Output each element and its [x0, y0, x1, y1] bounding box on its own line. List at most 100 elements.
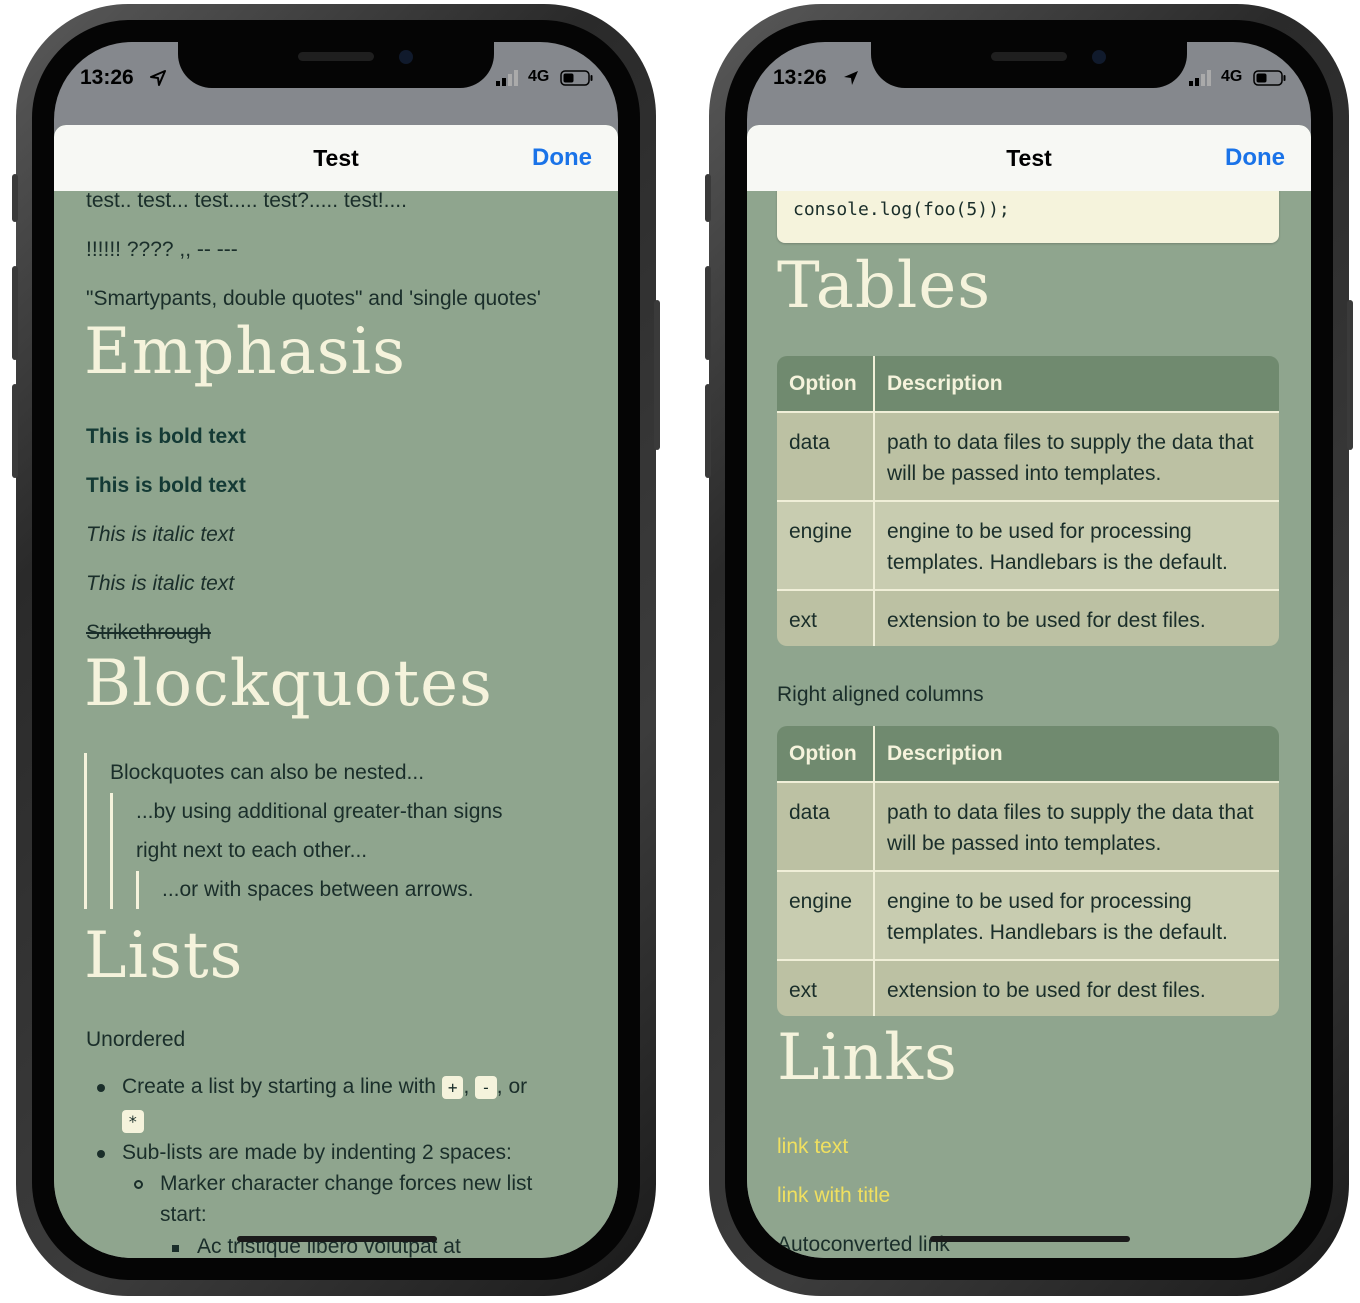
paragraph: Autoconverted link: [777, 1233, 950, 1256]
power-button: [1347, 300, 1353, 450]
table-row: engine engine to be used for processing …: [777, 500, 1279, 590]
markdown-content[interactable]: console.log(foo(5)); Tables Option Descr…: [747, 125, 1311, 1258]
nav-bar: Test Done: [747, 125, 1311, 191]
screen: 13:26 4G Test Done test.. test... test..…: [54, 42, 618, 1258]
volume-down-button: [12, 384, 18, 478]
inline-code: *: [122, 1110, 144, 1133]
network-type: 4G: [528, 68, 550, 85]
table-cell: ext: [777, 589, 875, 646]
done-button[interactable]: Done: [532, 144, 592, 172]
table-row: engine engine to be used for processing …: [777, 870, 1279, 960]
table-cell: data: [777, 781, 875, 871]
heading-links: Links: [777, 1021, 958, 1095]
blockquote-bar: [136, 871, 139, 909]
heading-lists: Lists: [84, 919, 244, 993]
blockquote-text: Blockquotes can also be nested...: [110, 761, 425, 784]
table-cell: data: [777, 411, 875, 501]
table-cell: path to data files to supply the data th…: [874, 781, 1279, 871]
phone-left: 13:26 4G Test Done test.. test... test..…: [12, 4, 660, 1296]
bold-text: This is bold text: [86, 474, 246, 497]
list-item-cont: *: [122, 1109, 144, 1133]
heading-tables: Tables: [777, 249, 992, 323]
preview-sheet: Test Done console.log(foo(5)); Tables Op…: [747, 125, 1311, 1258]
location-arrow-icon: [844, 71, 858, 85]
front-camera: [399, 50, 413, 64]
cellular-signal-icon: [1189, 70, 1211, 86]
table-row: ext extension to be used for dest files.: [777, 959, 1279, 1016]
list-bullet-square: [172, 1245, 179, 1252]
network-type: 4G: [1221, 68, 1243, 85]
typography-line: "Smartypants, double quotes" and 'single…: [86, 287, 541, 310]
blockquote-bar: [110, 793, 113, 909]
list-bullet: [97, 1084, 105, 1092]
table-cell: engine to be used for processing templat…: [874, 870, 1279, 960]
status-time: 13:26: [773, 66, 827, 89]
cellular-signal-icon: [496, 70, 518, 86]
location-arrow-icon: [150, 70, 166, 86]
list-bullet: [97, 1150, 105, 1158]
volume-down-button: [705, 384, 711, 478]
typography-line: test.. test... test..... test?..... test…: [86, 189, 407, 212]
phone-right: 13:26 4G Test Done console.log(foo(5));: [705, 4, 1353, 1296]
list-bullet-circle: [134, 1180, 143, 1189]
blockquote-text: ...or with spaces between arrows.: [162, 878, 474, 901]
inline-code: +: [441, 1076, 464, 1099]
link[interactable]: link text: [777, 1135, 848, 1159]
list-item: Create a list by starting a line with +,…: [122, 1075, 527, 1099]
speaker: [991, 52, 1067, 61]
list-item: Sub-lists are made by indenting 2 spaces…: [122, 1141, 512, 1164]
table-header: Option: [777, 726, 875, 782]
notch: [178, 42, 494, 88]
table-cell: engine: [777, 500, 875, 590]
preview-sheet: Test Done test.. test... test..... test?…: [54, 125, 618, 1258]
speaker: [298, 52, 374, 61]
status-time: 13:26: [80, 66, 134, 89]
list-item-text: , or: [496, 1075, 528, 1098]
battery-icon: [1253, 70, 1286, 86]
blockquote-text: ...by using additional greater-than sign…: [136, 800, 503, 823]
bold-text: This is bold text: [86, 425, 246, 448]
link[interactable]: link with title: [777, 1184, 890, 1208]
table-cell: engine to be used for processing templat…: [874, 500, 1279, 590]
volume-up-button: [705, 266, 711, 360]
bezel: 13:26 4G Test Done test.. test... test..…: [32, 20, 640, 1280]
blockquote-bar: [84, 753, 87, 909]
front-camera: [1092, 50, 1106, 64]
paragraph: Right aligned columns: [777, 683, 984, 706]
options-table-right-aligned: Option Description data path to data fil…: [777, 726, 1279, 1016]
done-button[interactable]: Done: [1225, 144, 1285, 172]
options-table: Option Description data path to data fil…: [777, 356, 1279, 646]
table-cell: extension to be used for dest files.: [874, 959, 1279, 1016]
table-header: Description: [874, 356, 1279, 412]
table-row: data path to data files to supply the da…: [777, 781, 1279, 871]
table-cell: extension to be used for dest files.: [874, 589, 1279, 646]
typography-line: !!!!!! ???? ,, -- ---: [86, 238, 238, 261]
battery-icon: [560, 70, 593, 86]
volume-up-button: [12, 266, 18, 360]
strikethrough-text: Strikethrough: [86, 621, 211, 644]
screen: 13:26 4G Test Done console.log(foo(5));: [747, 42, 1311, 1258]
heading-blockquotes: Blockquotes: [84, 647, 493, 721]
subheading-unordered: Unordered: [86, 1028, 186, 1051]
home-indicator[interactable]: [930, 1236, 1130, 1242]
inline-code: -: [475, 1076, 497, 1099]
table-header: Option: [777, 356, 875, 412]
list-item-text: Create a list by starting a line with: [122, 1075, 436, 1098]
mute-switch: [705, 174, 711, 222]
power-button: [654, 300, 660, 450]
table-row: data path to data files to supply the da…: [777, 411, 1279, 501]
table-cell: engine: [777, 870, 875, 960]
notch: [871, 42, 1187, 88]
code-line: console.log(foo(5));: [793, 199, 1010, 220]
table-cell: ext: [777, 959, 875, 1016]
table-header: Description: [874, 726, 1279, 782]
italic-text: This is italic text: [86, 523, 235, 546]
italic-text: This is italic text: [86, 572, 235, 595]
mute-switch: [12, 174, 18, 222]
table-cell: path to data files to supply the data th…: [874, 411, 1279, 501]
list-item-text: ,: [463, 1075, 470, 1098]
bezel: 13:26 4G Test Done console.log(foo(5));: [725, 20, 1333, 1280]
markdown-content[interactable]: test.. test... test..... test?..... test…: [54, 125, 618, 1258]
list-item: start:: [160, 1203, 207, 1226]
home-indicator[interactable]: [237, 1236, 437, 1242]
